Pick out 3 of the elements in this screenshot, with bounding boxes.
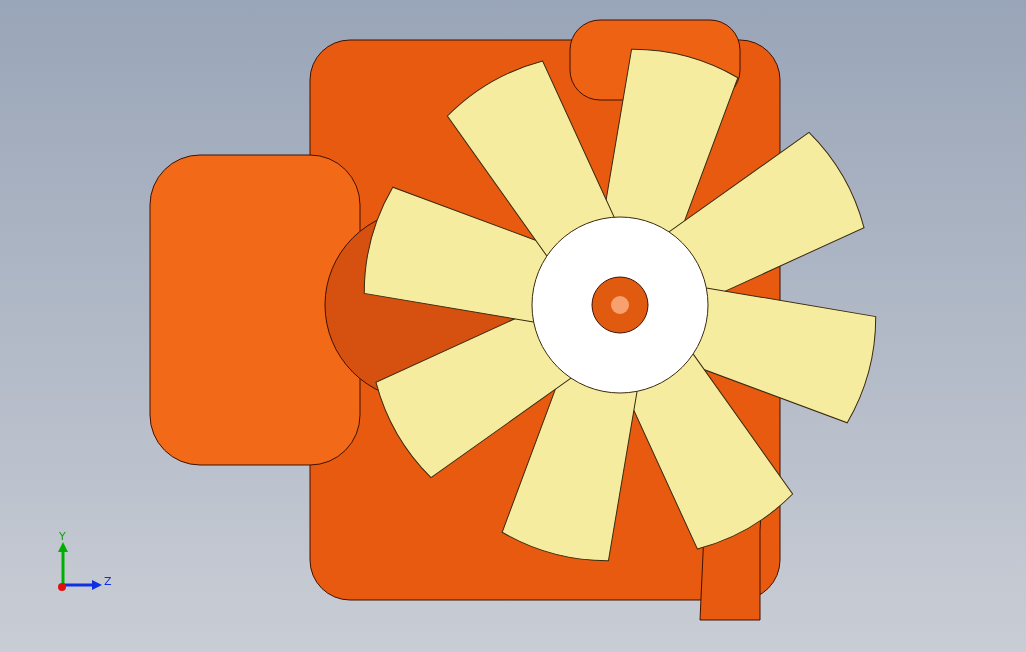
z-axis-label: Z — [104, 575, 112, 588]
y-axis-label: Y — [59, 530, 66, 543]
origin-icon — [57, 582, 67, 592]
